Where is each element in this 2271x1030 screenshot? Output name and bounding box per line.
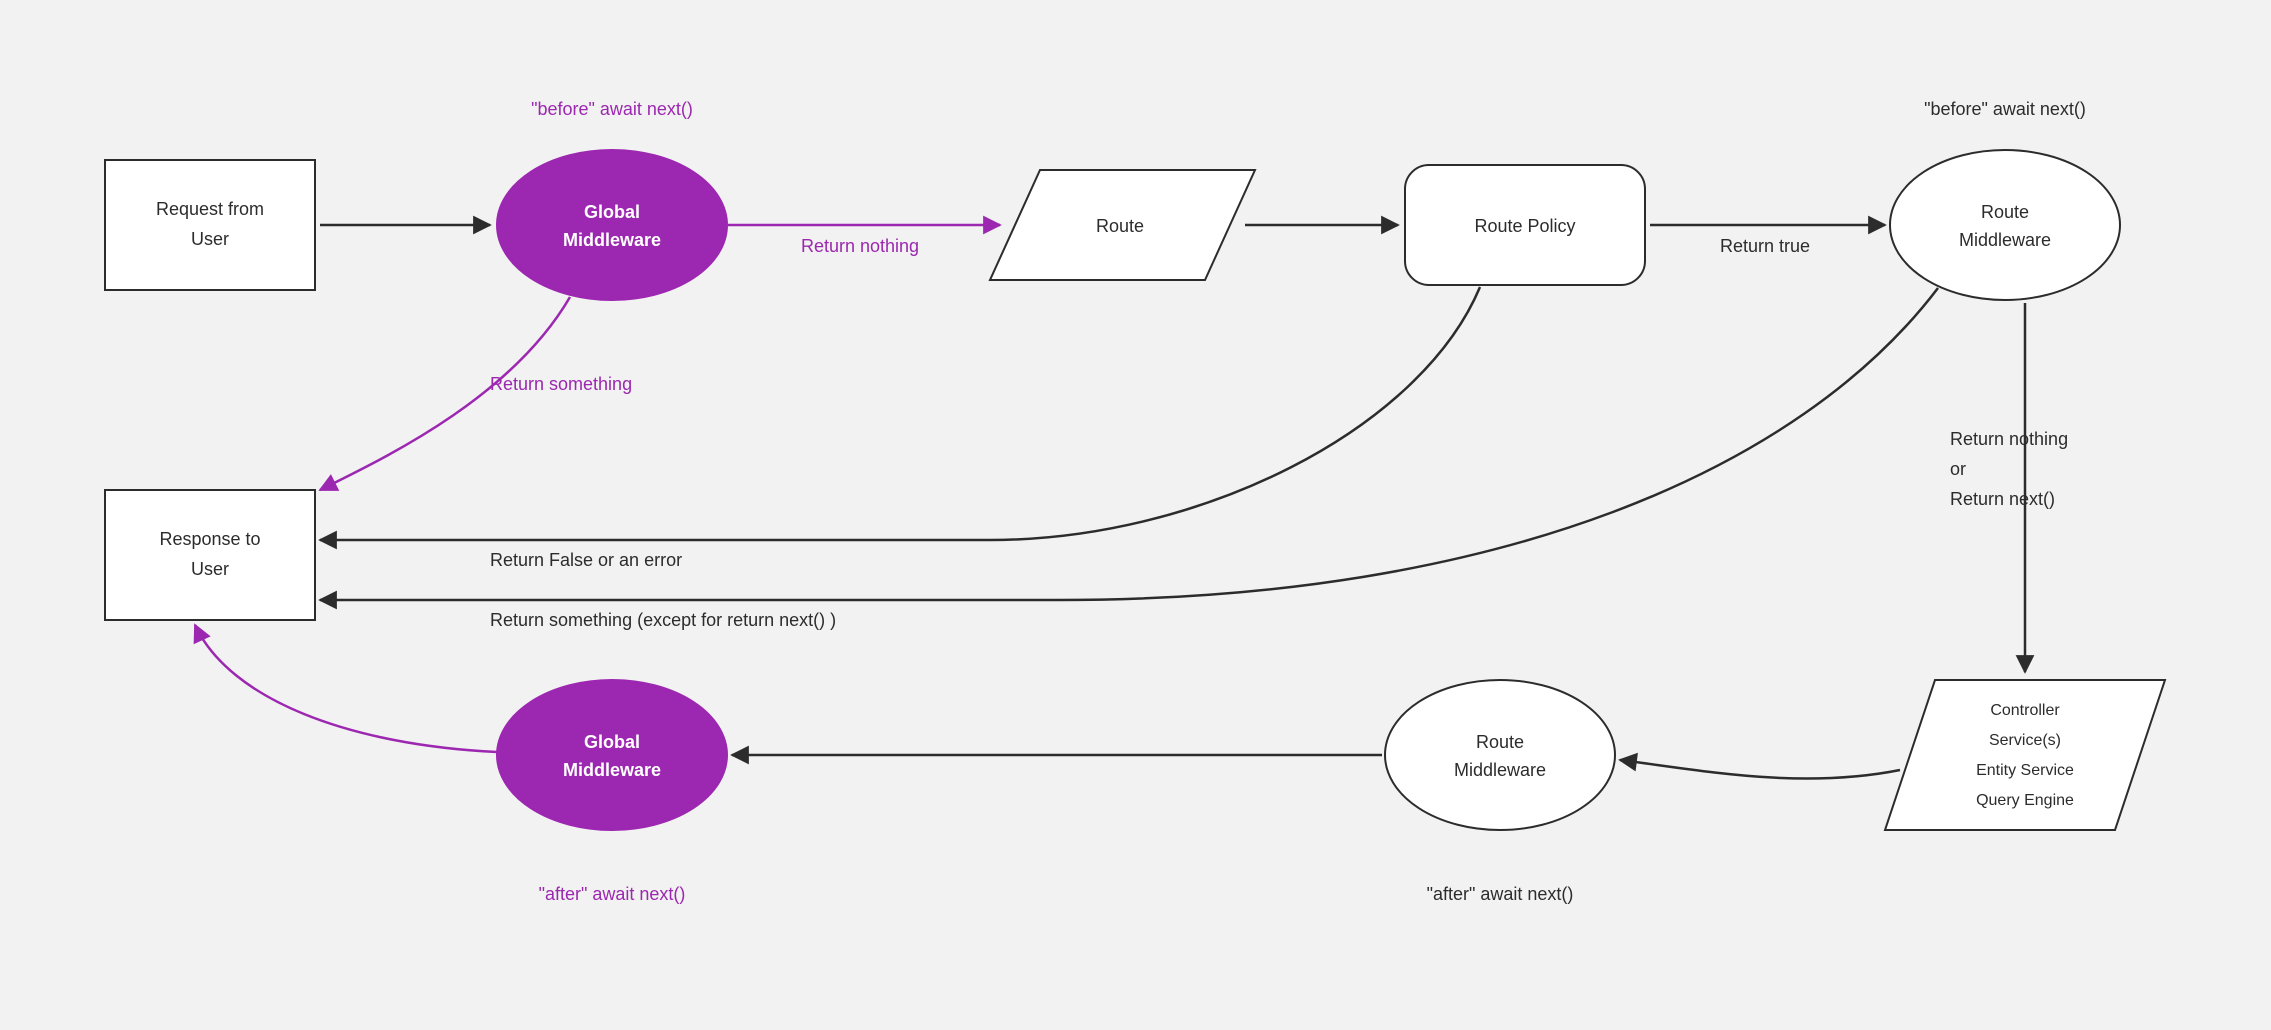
rmw2-line2: Middleware (1454, 760, 1546, 780)
edge-rmw-to-layers-label2: or (1950, 459, 1966, 479)
node-global-middleware-before: Global Middleware (497, 150, 727, 300)
node-request: Request from User (105, 160, 315, 290)
layers-line3: Entity Service (1976, 762, 2074, 779)
rmw1-line1: Route (1981, 202, 2029, 222)
node-route-middleware-after: Route Middleware (1385, 680, 1615, 830)
gmw1-line2: Middleware (563, 230, 661, 250)
gmw2-caption: "after" await next() (539, 884, 686, 904)
canvas-bg (0, 0, 2271, 1030)
rmw1-caption: "before" await next() (1924, 99, 2086, 119)
node-route-policy: Route Policy (1405, 165, 1645, 285)
edge-rmw-to-layers-label3: Return next() (1950, 489, 2055, 509)
node-request-line2: User (191, 229, 229, 249)
layers-line2: Service(s) (1989, 732, 2061, 749)
edge-rmw-to-response-label: Return something (except for return next… (490, 610, 836, 630)
response-line1: Response to (159, 529, 260, 549)
gmw2-line1: Global (584, 732, 640, 752)
gmw2-line2: Middleware (563, 760, 661, 780)
node-response: Response to User (105, 490, 315, 620)
edge-gmw-to-route-label: Return nothing (801, 236, 919, 256)
rmw2-caption: "after" await next() (1427, 884, 1574, 904)
response-line2: User (191, 559, 229, 579)
edge-policy-to-response-label: Return False or an error (490, 550, 682, 570)
layers-line1: Controller (1990, 702, 2060, 719)
rmw2-line1: Route (1476, 732, 1524, 752)
edge-gmw-to-response-label: Return something (490, 374, 632, 394)
edge-rmw-to-layers-label1: Return nothing (1950, 429, 2068, 449)
policy-label: Route Policy (1474, 216, 1575, 236)
layers-line4: Query Engine (1976, 792, 2074, 809)
gmw1-caption: "before" await next() (531, 99, 693, 119)
node-layers: Controller Service(s) Entity Service Que… (1885, 680, 2165, 830)
rmw1-line2: Middleware (1959, 230, 2051, 250)
node-global-middleware-after: Global Middleware (497, 680, 727, 830)
edge-policy-to-rmw-label: Return true (1720, 236, 1810, 256)
gmw1-line1: Global (584, 202, 640, 222)
node-request-line1: Request from (156, 199, 264, 219)
route-label: Route (1096, 216, 1144, 236)
node-route-middleware-before: Route Middleware (1890, 150, 2120, 300)
